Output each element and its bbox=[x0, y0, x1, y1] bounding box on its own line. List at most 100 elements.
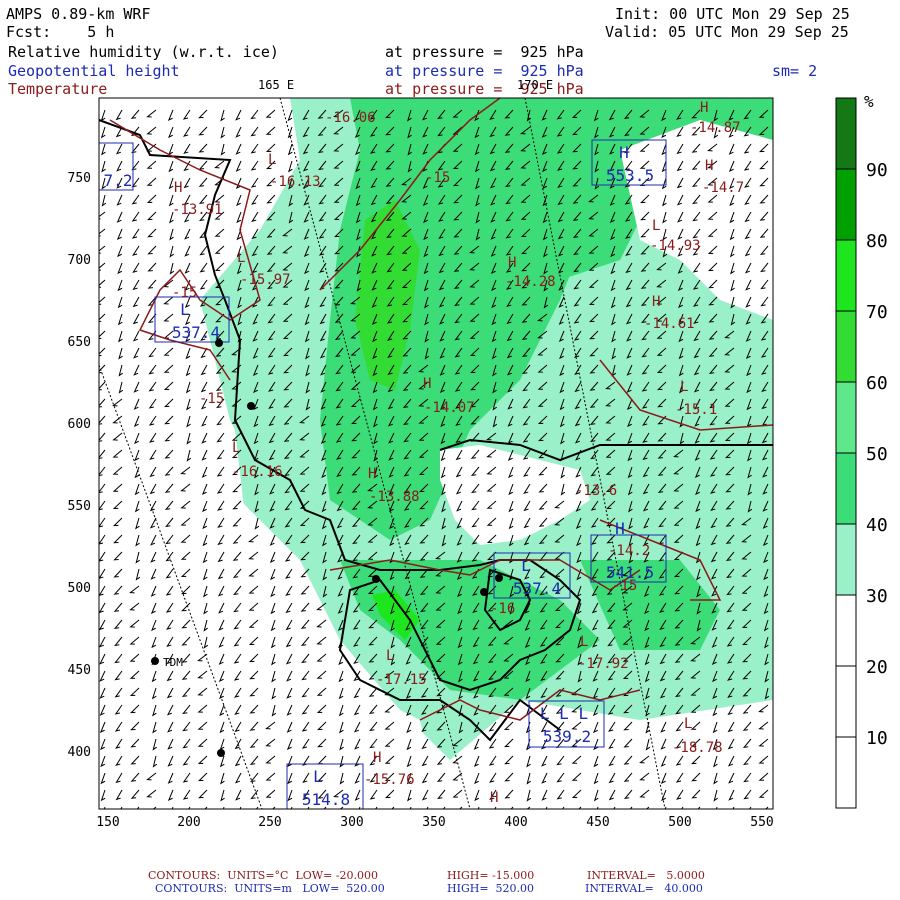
lon-label-170E: 170 E bbox=[517, 78, 553, 92]
height-center-value: 539.2 bbox=[543, 727, 591, 746]
x-axis: 150 200 250 300 350 400 450 500 550 bbox=[96, 815, 773, 830]
colorbar-segment bbox=[835, 594, 857, 667]
height-center-value: 514.8 bbox=[302, 790, 350, 809]
colorbar-tick: 60 bbox=[866, 373, 888, 394]
colorbar-segment bbox=[835, 310, 857, 383]
y-tick: 400 bbox=[68, 745, 91, 760]
temp-label: H bbox=[423, 376, 431, 392]
colorbar-tick: 80 bbox=[866, 231, 888, 252]
colorbar-ticks: 90 80 70 60 50 40 30 20 10 bbox=[866, 160, 888, 749]
height-center-label: L bbox=[521, 556, 531, 575]
temp-label: -16.16 bbox=[232, 464, 283, 480]
height-center-value: 553.5 bbox=[606, 166, 654, 185]
lon-label-165E: 165 E bbox=[258, 78, 294, 92]
colorbar-tick: 30 bbox=[866, 586, 888, 607]
map-plot: 165 E 170 E 150 200 250 300 350 400 450 … bbox=[68, 78, 888, 830]
temp-label: L bbox=[680, 379, 688, 395]
colorbar-tick: 70 bbox=[866, 302, 888, 323]
temp-label: L bbox=[268, 152, 276, 168]
temp-label: -13.88 bbox=[369, 489, 420, 505]
height-center-value: 537.4 bbox=[172, 323, 220, 342]
x-tick: 350 bbox=[422, 815, 445, 830]
temp-label: -14.93 bbox=[650, 238, 701, 254]
temp-label: -17.15 bbox=[376, 672, 427, 688]
x-tick: 150 bbox=[96, 815, 119, 830]
colorbar-segment bbox=[835, 665, 857, 738]
height-center-value: 7.2 bbox=[104, 171, 133, 190]
y-tick: 750 bbox=[68, 171, 91, 186]
temp-label: -16.06 bbox=[325, 110, 376, 126]
colorbar-tick: 90 bbox=[866, 160, 888, 181]
colorbar-tick: 20 bbox=[866, 657, 888, 678]
temp-label: -13.6 bbox=[575, 483, 617, 499]
colorbar-tick: 10 bbox=[866, 728, 888, 749]
temp-label: -16 bbox=[490, 601, 515, 617]
colorbar-tick: 40 bbox=[866, 515, 888, 536]
temp-label: -14.61 bbox=[644, 316, 695, 332]
temp-label: H bbox=[705, 158, 713, 174]
station-label-tdm: TDM bbox=[163, 656, 183, 669]
x-tick: 500 bbox=[668, 815, 691, 830]
height-center-label: L bbox=[180, 300, 190, 319]
temp-label: -15.1 bbox=[675, 402, 717, 418]
temp-label: H bbox=[700, 100, 708, 116]
temp-label: L bbox=[652, 218, 660, 234]
temp-label: -15 bbox=[172, 285, 197, 301]
y-tick: 700 bbox=[68, 253, 91, 268]
colorbar bbox=[835, 97, 857, 809]
colorbar-segment bbox=[835, 523, 857, 596]
temp-label: H bbox=[373, 750, 381, 766]
temp-label: -15.97 bbox=[240, 272, 291, 288]
temp-label: -16.13 bbox=[270, 174, 321, 190]
height-center-label: L bbox=[313, 767, 323, 786]
temp-label: L bbox=[232, 440, 240, 456]
y-axis: 750 700 650 600 550 500 450 400 bbox=[68, 171, 91, 760]
x-tick: 400 bbox=[504, 815, 527, 830]
temp-label: L bbox=[237, 250, 245, 266]
temp-label: H bbox=[652, 294, 660, 310]
colorbar-segment bbox=[835, 97, 857, 170]
height-center-label: H bbox=[615, 519, 625, 538]
y-tick: 550 bbox=[68, 499, 91, 514]
x-tick: 300 bbox=[340, 815, 363, 830]
temp-label: H bbox=[368, 466, 376, 482]
height-center-label: H bbox=[619, 143, 629, 162]
y-tick: 500 bbox=[68, 581, 91, 596]
footer-temp-contours: CONTOURS: UNITS=°C LOW= -20.000 bbox=[148, 869, 378, 882]
footer-height-contours: CONTOURS: UNITS=m LOW= 520.00 bbox=[155, 882, 385, 895]
x-tick: 250 bbox=[258, 815, 281, 830]
temp-label: -14.07 bbox=[424, 400, 475, 416]
colorbar-segment bbox=[835, 452, 857, 525]
temp-label: -17.92 bbox=[578, 656, 629, 672]
y-tick: 650 bbox=[68, 335, 91, 350]
colorbar-unit: % bbox=[864, 92, 874, 111]
temp-label: -14.28 bbox=[505, 274, 556, 290]
height-center-label: L L L bbox=[540, 704, 588, 723]
temp-label: -14.2 bbox=[608, 543, 650, 559]
x-tick: 450 bbox=[586, 815, 609, 830]
temp-label: -15.76 bbox=[364, 772, 415, 788]
height-center-value: 541.5 bbox=[606, 563, 654, 582]
footer-height-high: HIGH= 520.00 bbox=[447, 882, 535, 895]
temp-label: L bbox=[684, 716, 692, 732]
temp-label: -15 bbox=[199, 391, 224, 407]
footer-temp-high: HIGH= -15.000 bbox=[447, 869, 535, 882]
footer-height-interval: INTERVAL= 40.000 bbox=[585, 882, 703, 895]
temp-label: H bbox=[174, 180, 182, 196]
temp-label: -13.91 bbox=[172, 202, 223, 218]
colorbar-segment bbox=[835, 168, 857, 241]
temp-label: -14.7 bbox=[702, 180, 744, 196]
temp-label: H bbox=[490, 790, 498, 806]
colorbar-tick: 50 bbox=[866, 444, 888, 465]
y-tick: 600 bbox=[68, 417, 91, 432]
temp-label: -18.78 bbox=[672, 740, 723, 756]
temp-label: L bbox=[386, 648, 394, 664]
temp-label: L bbox=[580, 634, 588, 650]
temp-label: -15 bbox=[425, 170, 450, 186]
temp-label: H bbox=[508, 255, 516, 271]
x-tick: 550 bbox=[750, 815, 773, 830]
colorbar-segment bbox=[835, 736, 857, 809]
footer-temp-interval: INTERVAL= 5.0000 bbox=[587, 869, 705, 882]
colorbar-segment bbox=[835, 239, 857, 312]
temp-label: -14.87 bbox=[690, 120, 741, 136]
